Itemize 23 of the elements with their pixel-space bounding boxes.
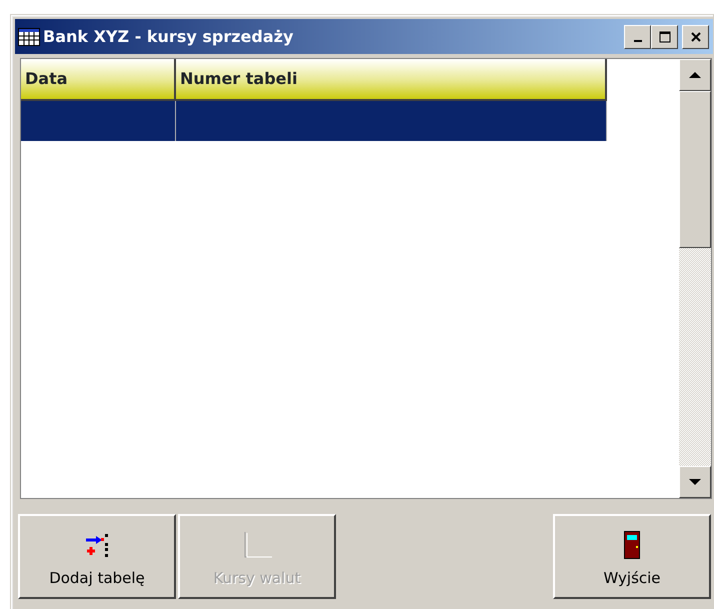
table-cell[interactable] [176, 101, 607, 141]
scroll-up-button[interactable] [679, 59, 711, 91]
close-icon [690, 30, 702, 42]
maximize-button[interactable] [651, 24, 678, 48]
down-arrow-icon [689, 478, 701, 486]
chart-axes-icon [242, 530, 272, 558]
column-header[interactable]: Data [21, 59, 176, 101]
maximize-icon [658, 30, 670, 42]
scroll-down-button[interactable] [679, 466, 711, 498]
minimize-button[interactable] [624, 24, 651, 48]
up-arrow-icon [689, 71, 701, 79]
table-cell[interactable] [21, 101, 176, 141]
scrollbar[interactable] [679, 59, 711, 498]
add-arrow-icon [84, 532, 110, 558]
window-title: Bank XYZ - kursy sprzedaży [43, 26, 294, 48]
minimize-icon [634, 40, 642, 42]
scroll-thumb[interactable] [679, 91, 711, 248]
exit-button[interactable]: Wyjście [553, 514, 711, 599]
close-button[interactable] [682, 24, 709, 48]
column-header[interactable]: Numer tabeli [176, 59, 607, 101]
door-icon [624, 530, 640, 558]
add-table-button[interactable]: Dodaj tabelę [18, 514, 176, 599]
table-icon [18, 28, 40, 46]
